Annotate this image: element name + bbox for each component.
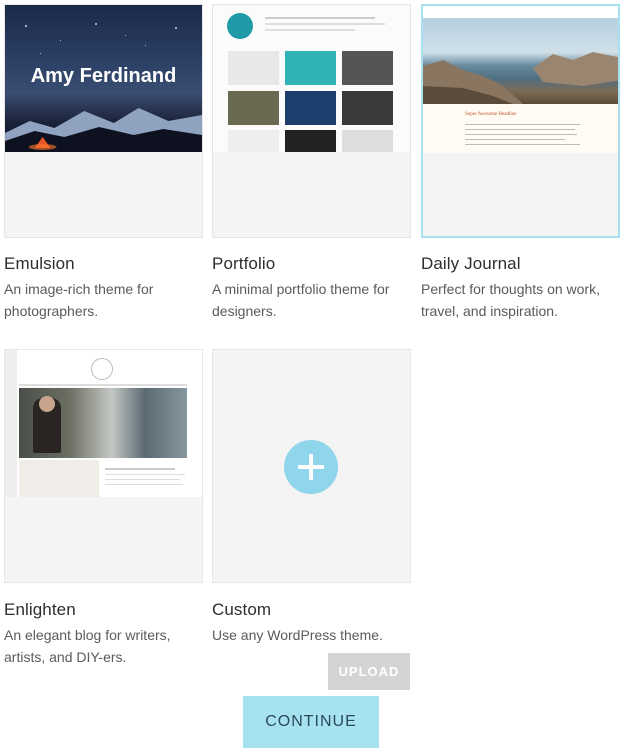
theme-card-custom[interactable] — [212, 349, 411, 583]
theme-card-enlighten[interactable] — [4, 349, 203, 583]
mountain-silhouette — [5, 108, 202, 152]
theme-card-portfolio[interactable] — [212, 4, 411, 238]
theme-card-daily-journal[interactable]: Super Awesome Headline — [421, 4, 620, 238]
theme-description-portfolio: A minimal portfolio theme for designers. — [212, 281, 390, 319]
upload-button[interactable]: UPLOAD — [328, 653, 410, 690]
theme-description-custom: Use any WordPress theme. — [212, 627, 383, 643]
continue-button[interactable]: CONTINUE — [243, 696, 379, 748]
daily-journal-preview-headline: Super Awesome Headline — [465, 112, 517, 117]
theme-name-custom: Custom — [212, 600, 272, 619]
add-icon[interactable] — [284, 440, 338, 494]
rocks-silhouette — [423, 52, 618, 104]
theme-name-emulsion: Emulsion — [4, 254, 75, 273]
theme-card-emulsion[interactable]: Amy Ferdinand — [4, 4, 203, 238]
theme-name-portfolio: Portfolio — [212, 254, 276, 273]
theme-description-emulsion: An image-rich theme for photographers. — [4, 281, 154, 319]
portfolio-preview-image — [213, 5, 410, 152]
emulsion-preview-image: Amy Ferdinand — [5, 5, 202, 152]
theme-description-enlighten: An elegant blog for writers, artists, an… — [4, 627, 171, 665]
theme-description-daily-journal: Perfect for thoughts on work, travel, an… — [421, 281, 600, 319]
emulsion-preview-title: Amy Ferdinand — [30, 65, 177, 87]
enlighten-preview-image — [5, 350, 202, 497]
daily-journal-preview-image: Super Awesome Headline — [423, 6, 618, 153]
theme-name-enlighten: Enlighten — [4, 600, 76, 619]
theme-name-daily-journal: Daily Journal — [421, 254, 521, 273]
